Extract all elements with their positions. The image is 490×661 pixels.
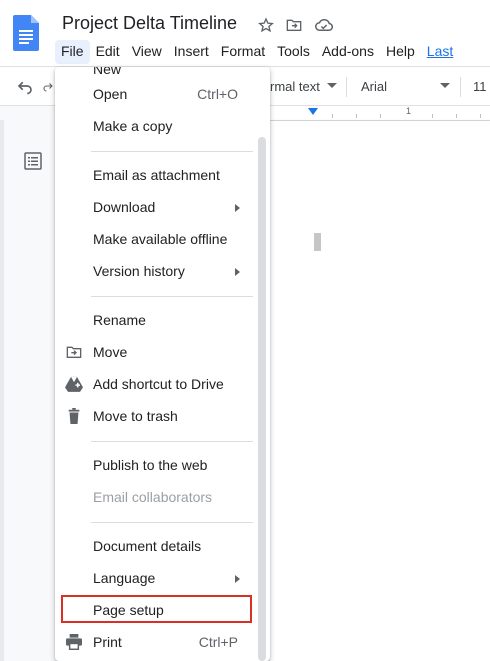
menu-addons[interactable]: Add-ons	[316, 40, 380, 64]
menubar: File Edit View Insert Format Tools Add-o…	[55, 40, 459, 64]
menu-item-label: Email as attachment	[93, 167, 220, 183]
menu-item-rename[interactable]: Rename	[55, 304, 262, 336]
indent-marker[interactable]	[308, 108, 318, 115]
menu-item-label: Publish to the web	[93, 457, 208, 473]
menu-item-label: Add shortcut to Drive	[93, 376, 224, 392]
menu-item-label: Open	[93, 86, 128, 102]
menu-item-label: Version history	[93, 263, 185, 279]
highlight-box	[61, 595, 252, 623]
menu-divider	[91, 522, 253, 523]
shortcut-label: Ctrl+O	[197, 86, 238, 102]
ruler-number: 1	[406, 106, 412, 116]
style-dropdown-icon[interactable]	[327, 83, 337, 88]
ruler-tick	[356, 114, 357, 118]
left-edge	[0, 120, 4, 661]
menu-item-move[interactable]: Move	[55, 336, 262, 368]
menu-file[interactable]: File	[55, 40, 90, 64]
submenu-arrow-icon	[235, 575, 240, 583]
style-select[interactable]: rmal text	[270, 79, 320, 94]
menu-item-email-as-attachment[interactable]: Email as attachment	[55, 159, 262, 191]
menu-item-language[interactable]: Language	[55, 562, 262, 594]
font-size-select[interactable]: 11	[473, 79, 487, 94]
file-menu: New Open Ctrl+O Make a copy Email as att…	[55, 67, 270, 661]
toolbar-divider	[346, 77, 347, 97]
menu-item-label: Rename	[93, 312, 146, 328]
ruler-tick	[332, 114, 333, 118]
menu-tools[interactable]: Tools	[271, 40, 316, 64]
menu-item-label: Language	[93, 570, 156, 586]
print-icon	[65, 633, 83, 651]
menu-item-label: Make available offline	[93, 231, 228, 247]
menu-item-new-partial[interactable]: New	[93, 67, 121, 77]
menu-item-make-available-offline[interactable]: Make available offline	[55, 223, 262, 255]
redo-icon[interactable]	[42, 77, 54, 95]
ruler-tick	[380, 114, 381, 118]
menu-view[interactable]: View	[126, 40, 168, 64]
menu-format[interactable]: Format	[215, 40, 271, 64]
menu-scrollbar[interactable]	[258, 137, 266, 661]
menu-divider	[91, 151, 253, 152]
trash-icon	[65, 407, 83, 425]
star-icon[interactable]	[255, 14, 277, 36]
docs-logo-icon[interactable]	[13, 15, 39, 51]
move-folder-icon	[65, 343, 83, 361]
last-edit-link[interactable]: Last	[421, 40, 459, 64]
menu-item-label: Download	[93, 199, 156, 215]
document-outline-icon[interactable]	[24, 152, 42, 170]
submenu-arrow-icon	[235, 204, 240, 212]
submenu-arrow-icon	[235, 268, 240, 276]
menu-item-label: Email collaborators	[93, 489, 213, 505]
font-select[interactable]: Arial	[361, 79, 387, 94]
menu-item-label: Make a copy	[93, 118, 173, 134]
ruler[interactable]: 1	[270, 106, 490, 121]
shortcut-label: Ctrl+P	[198, 634, 238, 650]
menu-item-label: Move	[93, 344, 128, 360]
drive-shortcut-icon	[65, 375, 83, 393]
menu-divider	[91, 441, 253, 442]
ruler-tick	[432, 114, 433, 118]
ruler-tick	[456, 114, 457, 118]
document-title[interactable]: Project Delta Timeline	[62, 13, 237, 34]
cloud-saved-icon[interactable]	[313, 14, 335, 36]
menu-item-print[interactable]: Print Ctrl+P	[55, 626, 262, 658]
menu-item-label: Print	[93, 634, 122, 650]
app-header: Project Delta Timeline File Edit View In…	[0, 0, 490, 66]
ruler-tick	[480, 114, 481, 118]
menu-divider	[91, 296, 253, 297]
menu-edit[interactable]: Edit	[90, 40, 126, 64]
menu-item-make-a-copy[interactable]: Make a copy	[55, 110, 262, 142]
menu-item-move-to-trash[interactable]: Move to trash	[55, 400, 262, 432]
menu-item-email-collaborators: Email collaborators	[55, 481, 262, 513]
document-page[interactable]	[270, 121, 490, 661]
menu-insert[interactable]: Insert	[168, 40, 215, 64]
menu-item-add-shortcut-to-drive[interactable]: Add shortcut to Drive	[55, 368, 262, 400]
font-dropdown-icon[interactable]	[440, 83, 450, 88]
text-cursor	[314, 233, 321, 251]
menu-item-label: Document details	[93, 538, 202, 554]
menu-help[interactable]: Help	[380, 40, 421, 64]
toolbar-divider	[460, 77, 461, 97]
menu-item-label: Move to trash	[93, 408, 178, 424]
menu-item-document-details[interactable]: Document details	[55, 530, 262, 562]
menu-item-publish-to-the-web[interactable]: Publish to the web	[55, 449, 262, 481]
undo-icon[interactable]	[16, 77, 34, 95]
menu-item-download[interactable]: Download	[55, 191, 262, 223]
menu-item-open[interactable]: Open Ctrl+O	[55, 78, 262, 110]
move-folder-icon[interactable]	[283, 14, 305, 36]
menu-item-version-history[interactable]: Version history	[55, 255, 262, 287]
